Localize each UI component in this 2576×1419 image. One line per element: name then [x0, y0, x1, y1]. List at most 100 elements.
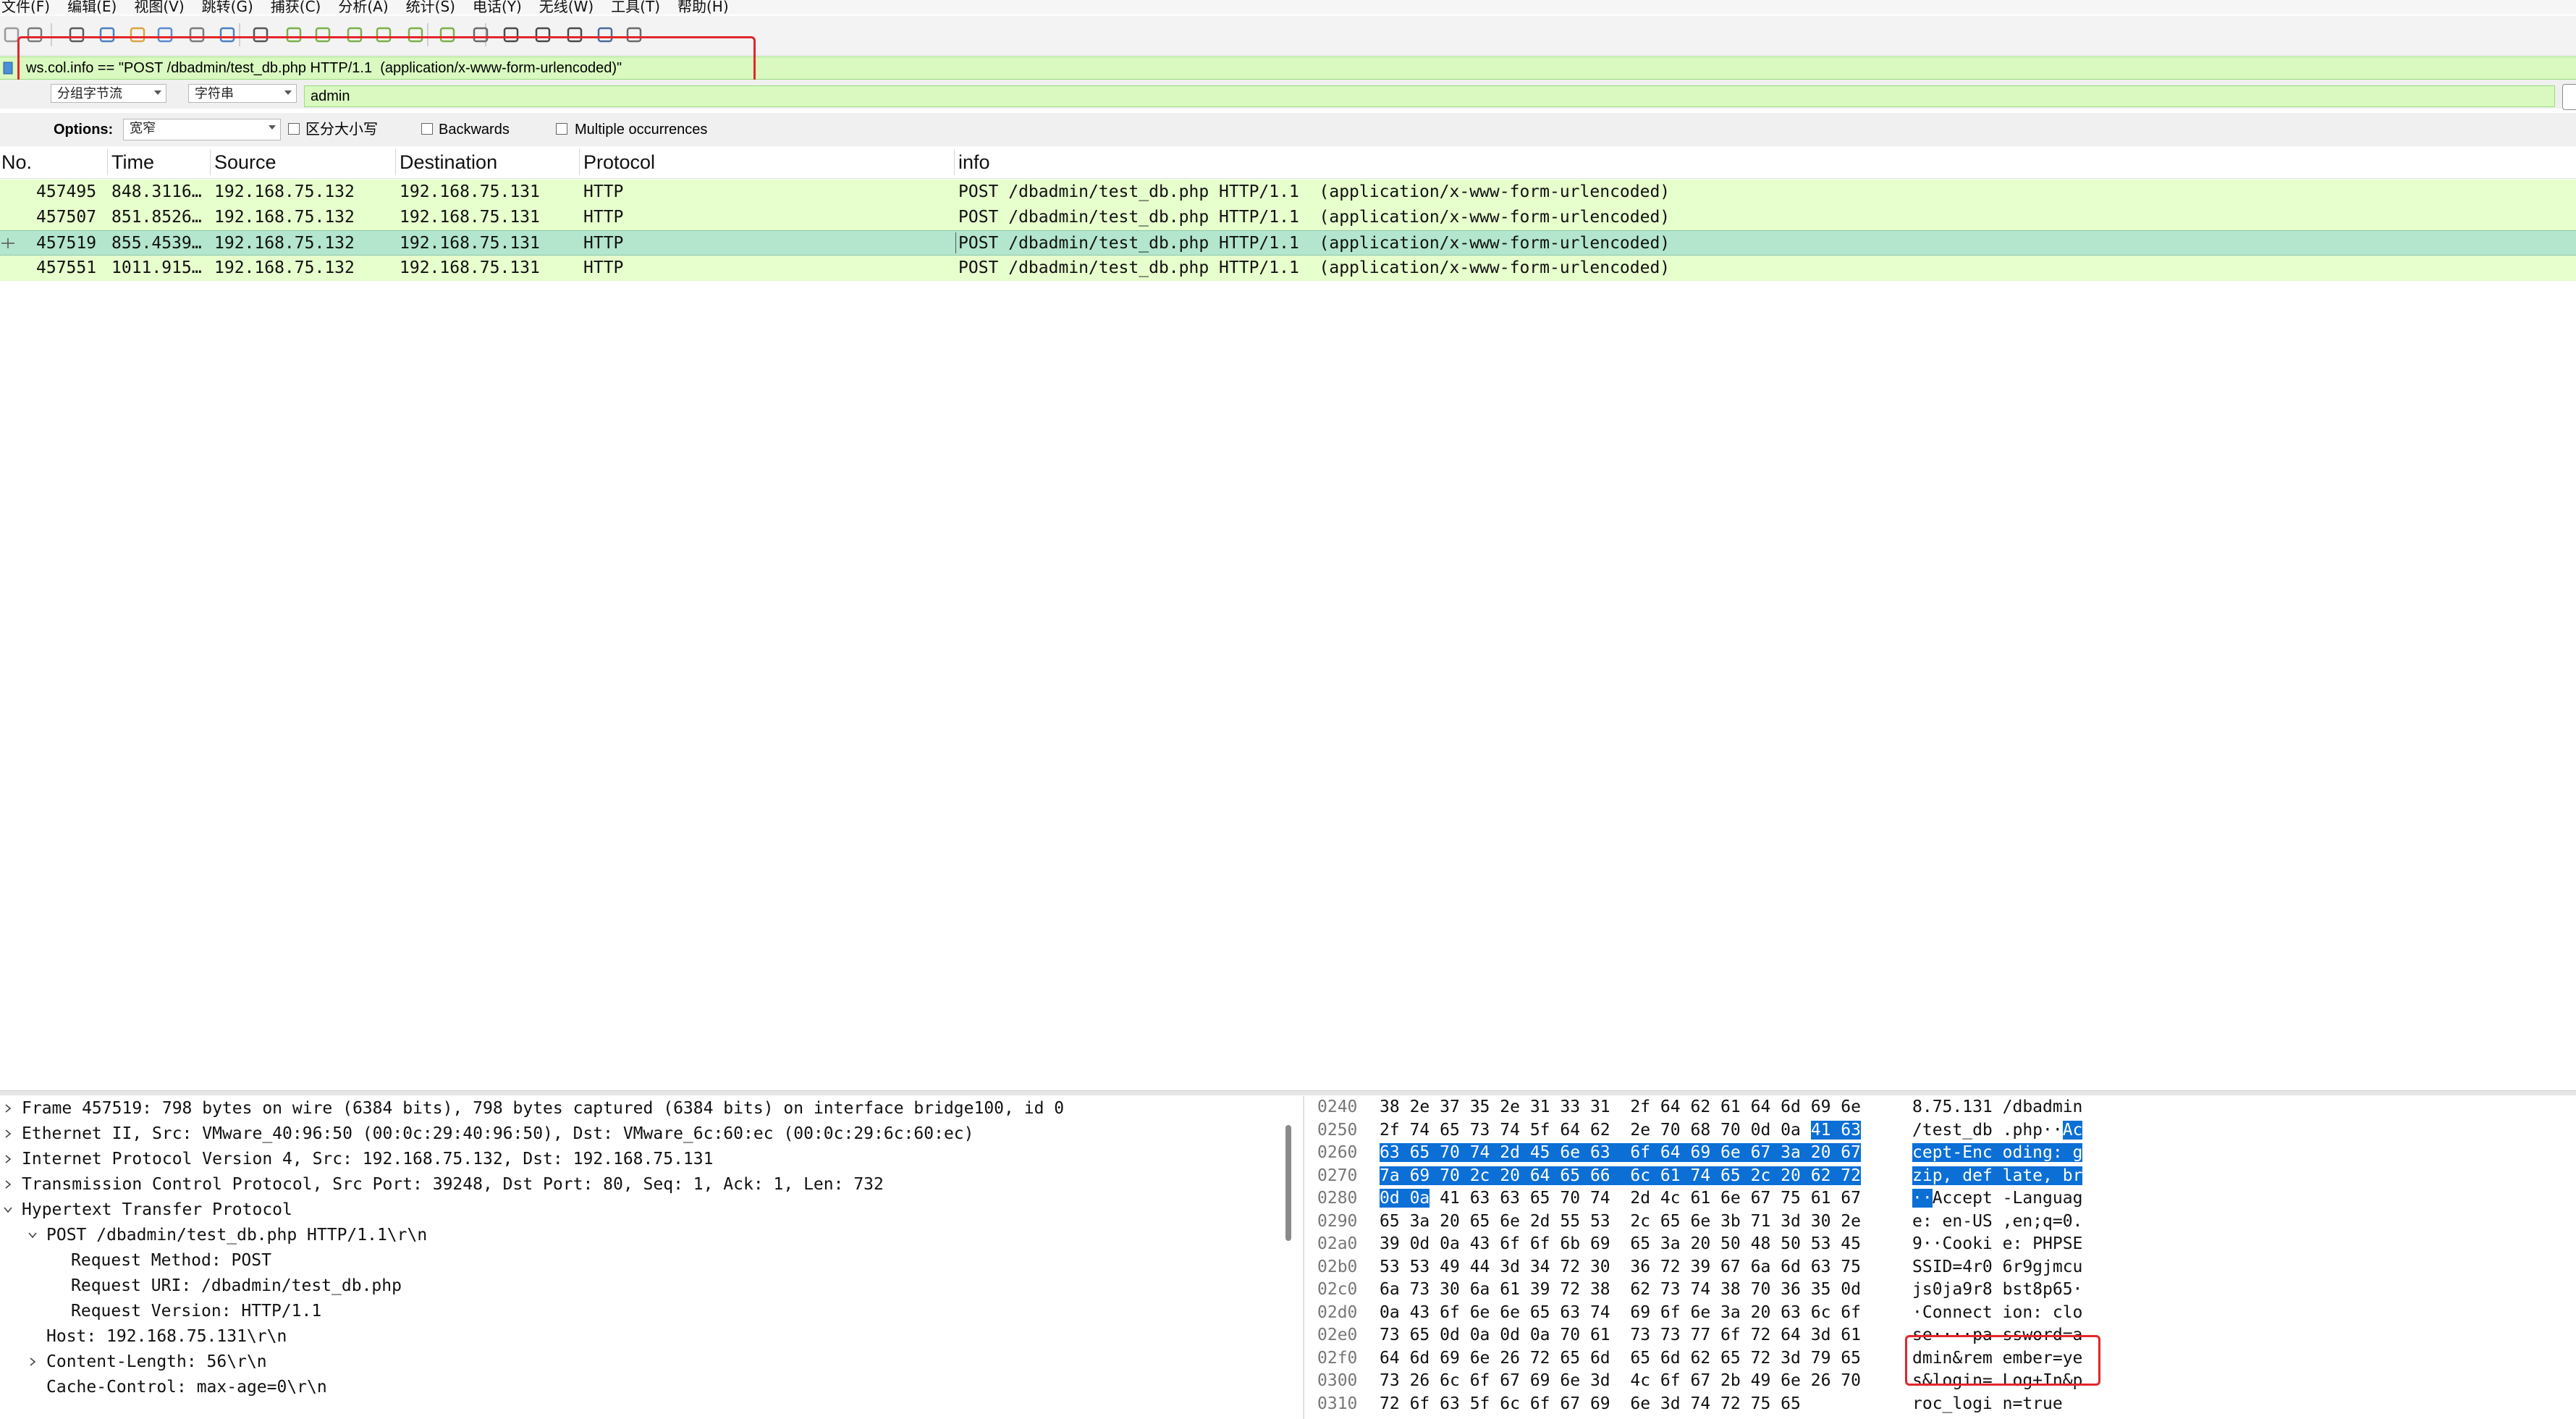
- hex-byte[interactable]: 35: [1470, 1098, 1490, 1116]
- hex-byte[interactable]: 74: [1500, 1121, 1520, 1140]
- hex-byte[interactable]: 64: [1380, 1349, 1400, 1368]
- hex-byte[interactable]: 6e: [1560, 1371, 1580, 1390]
- hex-byte[interactable]: 39: [1530, 1280, 1550, 1299]
- hex-byte[interactable]: 70: [1751, 1280, 1771, 1299]
- hex-byte[interactable]: 67: [1560, 1394, 1580, 1413]
- hex-byte[interactable]: 67: [1841, 1189, 1861, 1208]
- hex-byte[interactable]: 49: [1751, 1371, 1771, 1390]
- hex-byte[interactable]: 3d: [1781, 1349, 1801, 1368]
- hex-byte[interactable]: 62: [1590, 1121, 1610, 1140]
- hex-byte[interactable]: 6c: [1630, 1166, 1651, 1185]
- column-divider[interactable]: [395, 149, 396, 175]
- hex-byte[interactable]: 69: [1811, 1098, 1831, 1116]
- packet-details-pane[interactable]: Frame 457519: 798 bytes on wire (6384 bi…: [0, 1096, 1303, 1419]
- hex-byte[interactable]: 3d: [1660, 1394, 1681, 1413]
- hex-byte[interactable]: 6f: [1470, 1371, 1490, 1390]
- bytes-row[interactable]: 0270 7a 69 70 2c 20 64 65 66 6c 61 74 65 …: [1307, 1165, 2576, 1188]
- hex-byte[interactable]: 67: [1690, 1371, 1710, 1390]
- hex-byte[interactable]: 61: [1841, 1326, 1861, 1344]
- packet-row[interactable]: 457551 1011.915… 192.168.75.132 192.168.75.…: [0, 256, 2576, 281]
- hex-byte[interactable]: 71: [1751, 1212, 1771, 1231]
- hex-byte[interactable]: 3d: [1590, 1371, 1610, 1390]
- hex-byte[interactable]: 36: [1781, 1280, 1801, 1299]
- hex-byte[interactable]: 6d: [1781, 1098, 1801, 1116]
- hex-byte[interactable]: 31: [1530, 1098, 1550, 1116]
- hex-byte[interactable]: 65: [1410, 1326, 1430, 1344]
- hex-byte[interactable]: 65: [1560, 1349, 1580, 1368]
- backwards-checkbox[interactable]: [421, 123, 433, 135]
- hex-byte[interactable]: 41: [1810, 1120, 1831, 1140]
- hex-byte[interactable]: 20: [1781, 1166, 1801, 1185]
- hex-byte[interactable]: 64: [1751, 1098, 1771, 1116]
- search-text-input[interactable]: admin: [304, 85, 2555, 107]
- hex-byte[interactable]: 74: [1690, 1280, 1710, 1299]
- hex-byte[interactable]: 34: [1530, 1258, 1550, 1276]
- hex-byte[interactable]: 67: [1841, 1143, 1861, 1162]
- hex-byte[interactable]: 33: [1560, 1098, 1580, 1116]
- hex-byte[interactable]: 3a: [1660, 1234, 1681, 1253]
- hex-byte[interactable]: 45: [1529, 1143, 1550, 1162]
- hex-byte[interactable]: 6a: [1751, 1258, 1771, 1276]
- hex-byte[interactable]: 6a: [1380, 1280, 1400, 1299]
- hex-byte[interactable]: 20: [1690, 1234, 1710, 1253]
- hex-byte[interactable]: 3d: [1500, 1258, 1520, 1276]
- hex-byte[interactable]: 74: [1410, 1121, 1430, 1140]
- hex-byte[interactable]: 6c: [1440, 1371, 1460, 1390]
- hex-byte[interactable]: 20: [1440, 1212, 1460, 1231]
- hex-byte[interactable]: 61: [1500, 1280, 1520, 1299]
- hex-byte[interactable]: 6f: [1530, 1394, 1550, 1413]
- hex-byte[interactable]: 64: [1781, 1326, 1801, 1344]
- hex-byte[interactable]: 39: [1380, 1234, 1400, 1253]
- hex-byte[interactable]: 72: [1841, 1166, 1861, 1185]
- column-header-source[interactable]: Source: [214, 149, 276, 175]
- hex-byte[interactable]: 6d: [1660, 1349, 1681, 1368]
- hex-byte[interactable]: 53: [1380, 1258, 1400, 1276]
- hex-byte[interactable]: 45: [1841, 1234, 1861, 1253]
- hex-byte[interactable]: 3a: [1781, 1143, 1801, 1162]
- column-header-info[interactable]: info: [958, 149, 990, 175]
- hex-byte[interactable]: 65: [1380, 1212, 1400, 1231]
- hex-byte[interactable]: 64: [1560, 1121, 1580, 1140]
- hex-byte[interactable]: 72: [1660, 1258, 1681, 1276]
- hex-byte[interactable]: 6d: [1781, 1258, 1801, 1276]
- bytes-row[interactable]: 02a0 39 0d 0a 43 6f 6f 6b 69 65 3a 20 50 …: [1307, 1233, 2576, 1256]
- hex-byte[interactable]: 65: [1560, 1166, 1581, 1185]
- hex-byte[interactable]: 63: [1380, 1143, 1400, 1162]
- search-in-select[interactable]: 分组字节流: [51, 84, 166, 103]
- hex-byte[interactable]: 30: [1811, 1212, 1831, 1231]
- hex-byte[interactable]: 63: [1841, 1120, 1861, 1140]
- packet-row[interactable]: 457495 848.3116… 192.168.75.132 192.168.75.…: [0, 180, 2576, 205]
- menu-item[interactable]: 工具(T): [609, 0, 676, 14]
- bytes-row[interactable]: 02c0 6a 73 30 6a 61 39 72 38 62 73 74 38 …: [1307, 1279, 2576, 1302]
- hex-byte[interactable]: 3a: [1720, 1303, 1741, 1322]
- hex-byte[interactable]: 6e: [1720, 1143, 1741, 1162]
- hex-byte[interactable]: 0d: [1410, 1234, 1430, 1253]
- chevron-down-icon[interactable]: [28, 1230, 38, 1240]
- menu-item[interactable]: 捕获(C): [269, 0, 337, 14]
- hex-byte[interactable]: 72: [1560, 1258, 1580, 1276]
- hex-byte[interactable]: 6c: [1500, 1394, 1520, 1413]
- hex-byte[interactable]: 67: [1750, 1143, 1771, 1162]
- hex-byte[interactable]: 63: [1470, 1189, 1490, 1208]
- hex-byte[interactable]: 67: [1720, 1258, 1741, 1276]
- hex-byte[interactable]: 0a: [1781, 1121, 1801, 1140]
- hex-byte[interactable]: 74: [1690, 1394, 1710, 1413]
- hex-byte[interactable]: 63: [1440, 1394, 1460, 1413]
- bytes-row[interactable]: 0310 72 6f 63 5f 6c 6f 67 69 6e 3d 74 72 …: [1307, 1393, 2576, 1416]
- hex-byte[interactable]: 6d: [1590, 1349, 1610, 1368]
- hex-byte[interactable]: 3d: [1811, 1326, 1831, 1344]
- column-divider[interactable]: [210, 149, 211, 175]
- column-divider[interactable]: [107, 149, 108, 175]
- hex-byte[interactable]: 6f: [1720, 1326, 1741, 1344]
- menu-item[interactable]: 统计(S): [405, 0, 471, 14]
- column-header-no[interactable]: No.: [1, 149, 32, 175]
- hex-byte[interactable]: 50: [1781, 1234, 1801, 1253]
- hex-byte[interactable]: 0d: [1500, 1326, 1520, 1344]
- hex-byte[interactable]: 73: [1660, 1280, 1681, 1299]
- column-header-destination[interactable]: Destination: [400, 149, 497, 175]
- hex-byte[interactable]: 39: [1690, 1258, 1710, 1276]
- packet-list[interactable]: 457495 848.3116… 192.168.75.132 192.168.75.…: [0, 180, 2576, 1085]
- multiple-occurrences-checkbox[interactable]: [556, 123, 567, 135]
- hex-byte[interactable]: 79: [1811, 1349, 1831, 1368]
- hex-byte[interactable]: 6e: [1841, 1098, 1861, 1116]
